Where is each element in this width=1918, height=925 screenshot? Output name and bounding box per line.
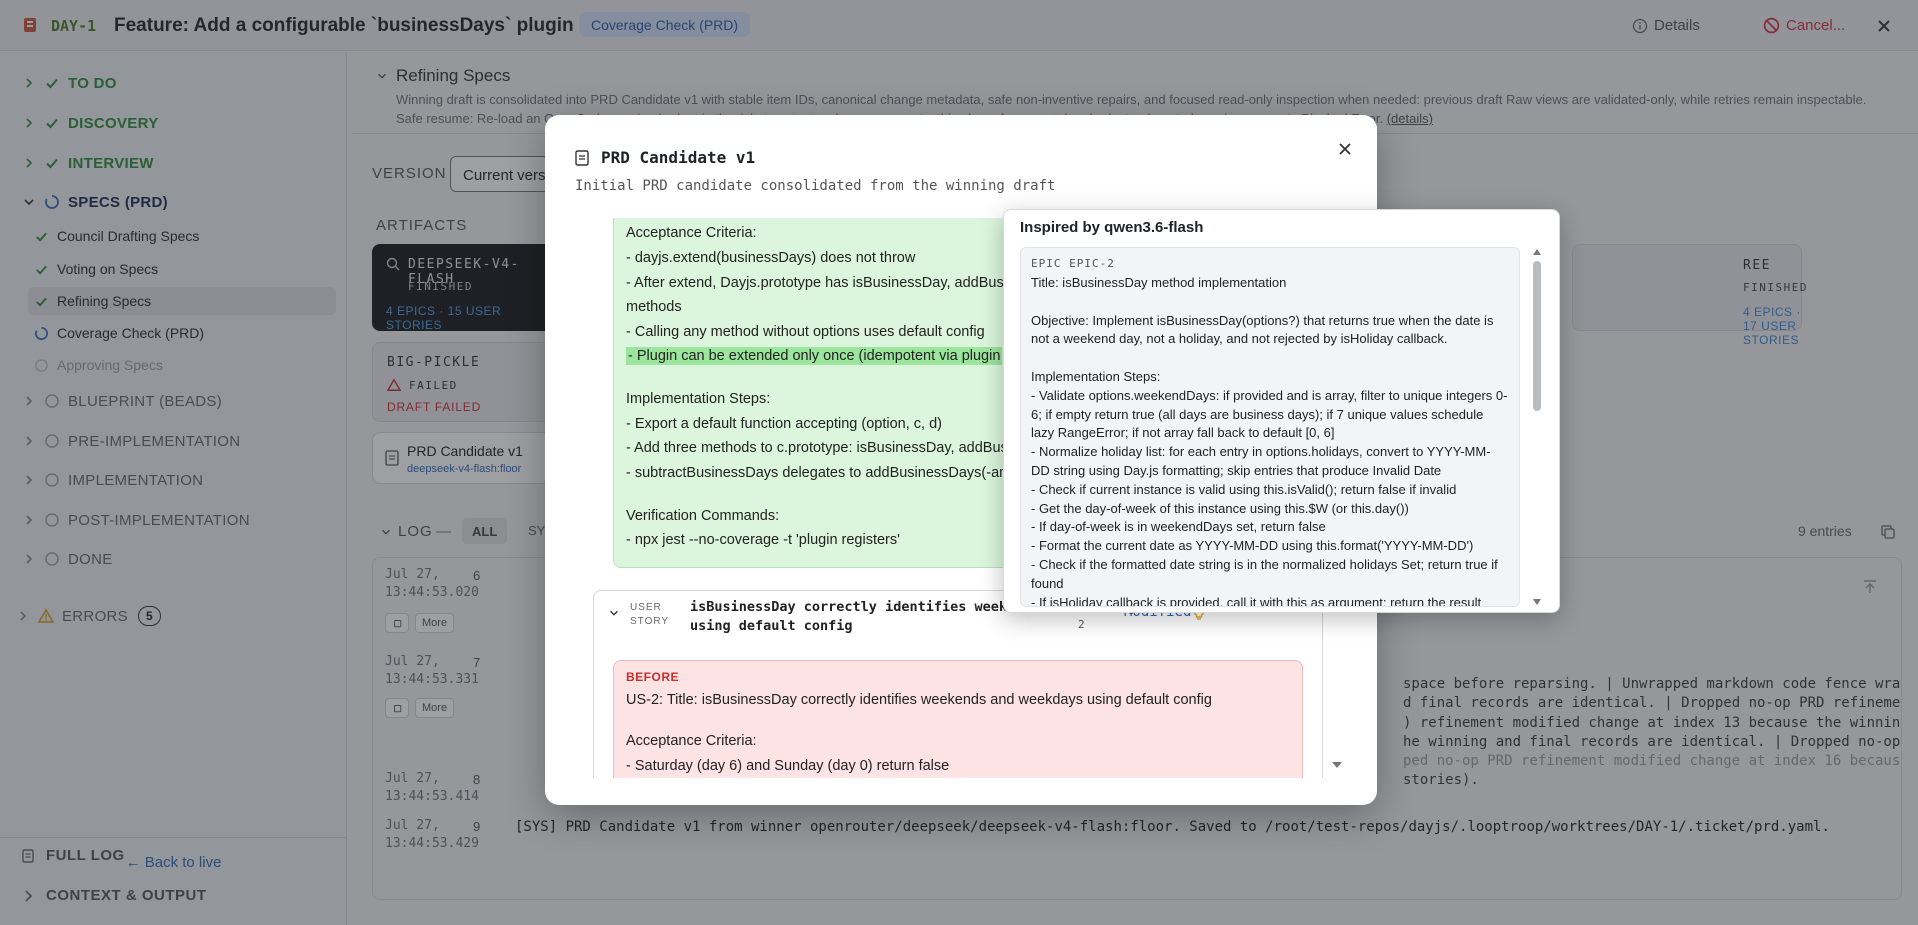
popover-line: - Normalize holiday list: for each entry… <box>1031 444 1491 478</box>
popover-line: Title: isBusinessDay method implementati… <box>1031 275 1287 290</box>
modal-subtitle: Initial PRD candidate consolidated from … <box>575 178 1056 194</box>
inspiration-popover: Inspired by qwen3.6-flash EPIC EPIC-2 Ti… <box>1003 209 1560 613</box>
diff-line: - Saturday (day 6) and Sunday (day 0) re… <box>626 758 950 774</box>
close-icon <box>1339 143 1351 155</box>
diff-line: - Export a default function accepting (o… <box>626 416 942 432</box>
popover-line: Implementation Steps: <box>1031 368 1161 384</box>
popover-line: - Check if current instance is valid usi… <box>1031 481 1457 497</box>
popover-line: - Get the day-of-week of this instance u… <box>1031 500 1409 516</box>
modal-title: PRD Candidate v1 <box>601 148 756 167</box>
epic-eyebrow: EPIC EPIC-2 <box>1031 257 1115 270</box>
story-eyebrow: USER STORY <box>630 602 670 627</box>
scrollbar-thumb[interactable] <box>1533 261 1541 411</box>
diff-line: - Calling any method without options use… <box>626 324 985 340</box>
diff-line: - subtractBusinessDays delegates to addB… <box>626 465 1045 481</box>
scroll-down-icon[interactable] <box>1331 760 1343 770</box>
popover-title: Inspired by qwen3.6-flash <box>1020 219 1204 236</box>
popover-line: - Format the current date as YYYY-MM-DD … <box>1031 538 1474 554</box>
before-label: BEFORE <box>626 670 680 684</box>
document-icon <box>575 150 589 166</box>
popover-scrollbar[interactable] <box>1530 247 1544 607</box>
popover-line <box>1031 293 1509 312</box>
popover-line: - If isHoliday callback is provided, cal… <box>1031 594 1482 607</box>
diff-line: Acceptance Criteria: <box>626 225 757 241</box>
diff-line: methods <box>626 299 682 315</box>
diff-line: - dayjs.extend(businessDays) does not th… <box>626 250 916 266</box>
scroll-down-icon[interactable] <box>1532 597 1542 607</box>
popover-line: - If day-of-week is in weekendDays set, … <box>1031 519 1326 535</box>
chevron-down-icon[interactable] <box>608 607 620 619</box>
scroll-up-icon[interactable] <box>1532 247 1542 257</box>
popover-line <box>1031 349 1509 368</box>
popover-content: EPIC EPIC-2 Title: isBusinessDay method … <box>1020 247 1520 607</box>
diff-line: Acceptance Criteria: <box>626 733 757 749</box>
diff-line: - npx jest --no-coverage -t 'plugin regi… <box>626 532 900 548</box>
diff-line-added: - Plugin can be extended only once (idem… <box>626 347 1003 365</box>
modal-close-button[interactable] <box>1333 137 1357 161</box>
diff-line: US-2: Title: isBusinessDay correctly ide… <box>626 692 1212 708</box>
popover-line: Objective: Implement isBusinessDay(optio… <box>1031 312 1498 347</box>
before-diff-block: BEFORE US-2: Title: isBusinessDay correc… <box>613 660 1303 778</box>
diff-line: Implementation Steps: <box>626 391 771 407</box>
diff-line: Verification Commands: <box>626 508 780 524</box>
popover-line: - Check if the formatted date string is … <box>1031 556 1502 591</box>
popover-line: - Validate options.weekendDays: if provi… <box>1031 387 1508 441</box>
